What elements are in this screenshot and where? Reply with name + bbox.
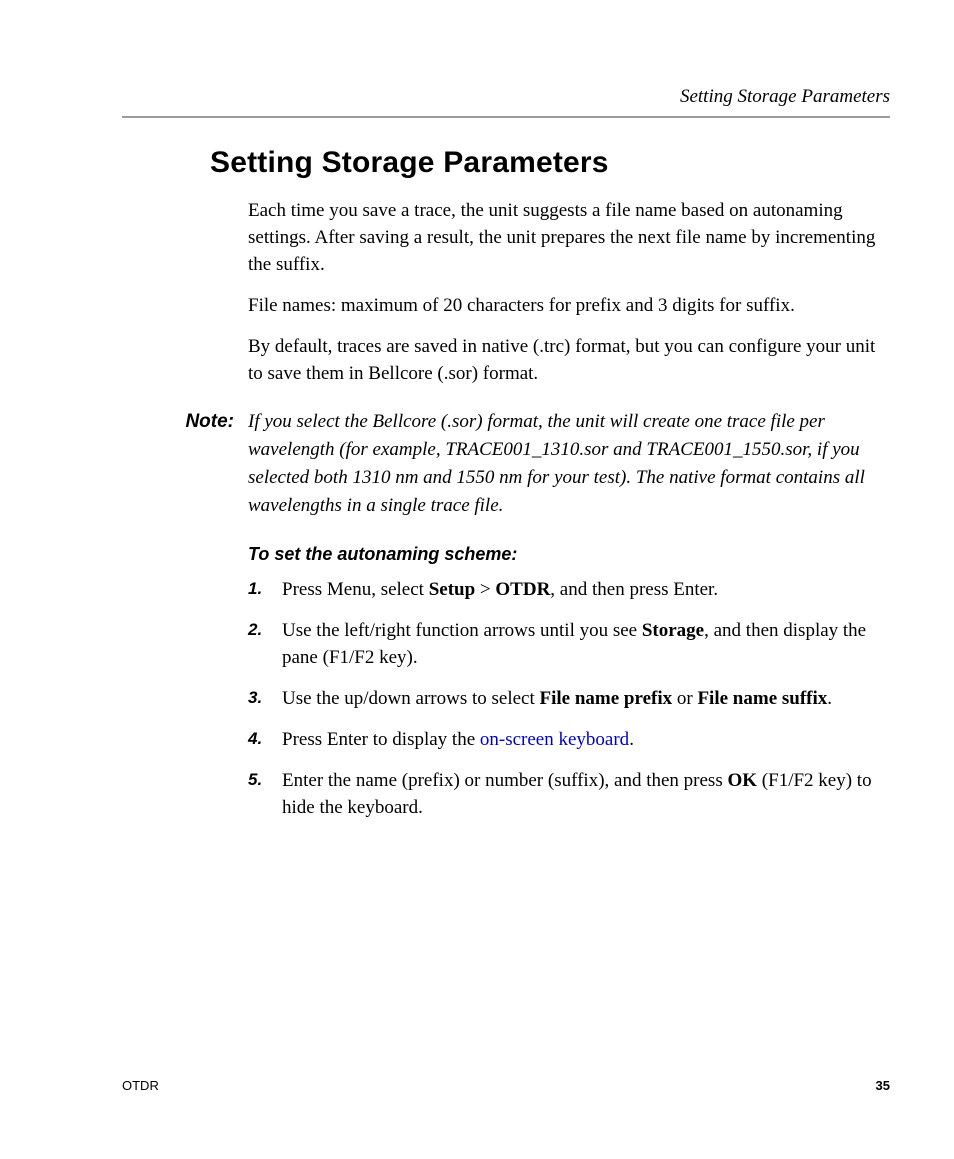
step-text: Use the left/right function arrows until… (282, 620, 642, 641)
bold-text: Setup (429, 579, 475, 600)
step-text: , and then press Enter. (550, 579, 718, 600)
intro-block: Each time you save a trace, the unit sug… (248, 198, 890, 388)
step-text: . (827, 688, 832, 709)
bold-text: OTDR (495, 579, 550, 600)
procedure-title: To set the autonaming scheme: (248, 544, 890, 565)
bold-text: File name suffix (697, 688, 827, 709)
running-head: Setting Storage Parameters (122, 86, 890, 108)
step-text: or (672, 688, 697, 709)
step-item: Enter the name (prefix) or number (suffi… (248, 768, 890, 822)
note-label: Note: (122, 408, 248, 520)
step-item: Use the up/down arrows to select File na… (248, 686, 890, 713)
bold-text: OK (727, 770, 757, 791)
note-block: Note: If you select the Bellcore (.sor) … (122, 408, 890, 520)
step-text: Use the up/down arrows to select (282, 688, 540, 709)
step-text: Enter the name (prefix) or number (suffi… (282, 770, 727, 791)
step-item: Press Menu, select Setup > OTDR, and the… (248, 577, 890, 604)
step-item: Use the left/right function arrows until… (248, 618, 890, 672)
step-item: Press Enter to display the on-screen key… (248, 727, 890, 754)
on-screen-keyboard-link[interactable]: on-screen keyboard (480, 729, 629, 750)
page-number: 35 (876, 1078, 890, 1093)
note-body: If you select the Bellcore (.sor) format… (248, 408, 890, 520)
footer-left: OTDR (122, 1078, 159, 1093)
paragraph: By default, traces are saved in native (… (248, 334, 890, 388)
page-footer: OTDR 35 (122, 1078, 890, 1093)
page-title: Setting Storage Parameters (210, 146, 890, 180)
page: Setting Storage Parameters Setting Stora… (0, 0, 954, 1159)
paragraph: File names: maximum of 20 characters for… (248, 293, 890, 320)
steps-list: Press Menu, select Setup > OTDR, and the… (248, 577, 890, 822)
step-text: > (475, 579, 495, 600)
step-text: . (629, 729, 634, 750)
paragraph: Each time you save a trace, the unit sug… (248, 198, 890, 279)
bold-text: File name prefix (540, 688, 673, 709)
step-text: Press Menu, select (282, 579, 429, 600)
header-rule (122, 116, 890, 118)
step-text: Press Enter to display the (282, 729, 480, 750)
bold-text: Storage (642, 620, 704, 641)
